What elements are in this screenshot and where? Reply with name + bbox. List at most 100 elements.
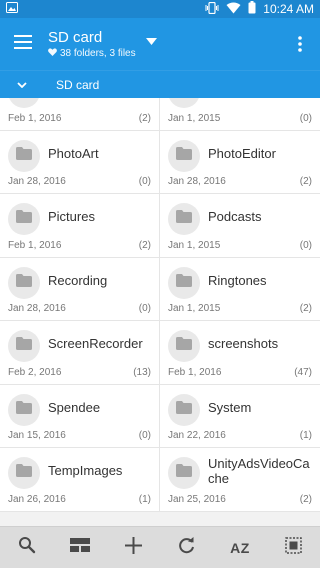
- more-vert-icon[interactable]: [298, 36, 308, 52]
- folder-date: Jan 1, 2015: [168, 303, 221, 314]
- folder-icon: [176, 464, 192, 482]
- folder-icon-circle: [8, 139, 40, 172]
- folder-count: (1): [138, 493, 151, 505]
- folder-icon-circle: [8, 203, 40, 235]
- select-all-icon: [285, 536, 302, 559]
- folder-icon-circle: [8, 266, 40, 299]
- folder-date: Jan 26, 2016: [8, 493, 66, 505]
- folder-name: Pictures: [48, 209, 95, 224]
- add-icon: [124, 536, 142, 559]
- view-mode-icon: [69, 538, 90, 557]
- status-time: 10:24 AM: [263, 2, 314, 16]
- view-mode-button[interactable]: [60, 527, 100, 568]
- folder-date: Jan 28, 2016: [8, 176, 66, 187]
- folder-item[interactable]: UnityAdsVideoCache Jan 25, 2016 (2): [160, 448, 320, 512]
- folder-icon: [16, 337, 32, 355]
- menu-button[interactable]: [0, 18, 46, 70]
- folder-date: Jan 15, 2016: [8, 430, 66, 441]
- folder-item[interactable]: PhotoArt Jan 28, 2016 (0): [0, 130, 160, 194]
- refresh-icon: [178, 536, 195, 559]
- folder-name: Recording: [48, 272, 108, 288]
- folder-item[interactable]: ScreenRecorder Feb 2, 2016 (13): [0, 321, 160, 385]
- folder-icon-circle: [8, 98, 40, 108]
- folder-item[interactable]: Spendee Jan 15, 2016 (0): [0, 384, 160, 448]
- folder-count: (2): [138, 112, 151, 124]
- folder-summary: 38 folders, 3 files: [48, 47, 136, 60]
- folder-icon-circle: [168, 266, 200, 299]
- folder-name: Podcasts: [208, 209, 262, 224]
- folder-icon-circle: [168, 98, 200, 108]
- menu-icon: [14, 34, 32, 54]
- folder-name: PhotoEditor: [208, 145, 276, 161]
- folder-icon: [176, 146, 192, 165]
- folder-count: (2): [138, 239, 151, 251]
- page-title: SD card: [48, 28, 103, 46]
- folder-date: Jan 28, 2016: [168, 176, 226, 187]
- folder-icon: [176, 273, 192, 292]
- folder-icon: [176, 400, 192, 419]
- folder-date: Feb 1, 2016: [168, 366, 222, 378]
- folder-icon: [16, 98, 32, 101]
- folder-name: TempImages: [48, 463, 123, 478]
- folder-icon: [16, 210, 32, 228]
- folder-count: (0): [138, 430, 151, 441]
- folder-count: (2): [299, 176, 312, 187]
- app-bar: SD card 38 folders, 3 files: [0, 18, 320, 70]
- folder-item[interactable]: System Jan 22, 2016 (1): [160, 384, 320, 448]
- folder-icon: [176, 210, 192, 228]
- location-selector[interactable]: SD card 38 folders, 3 files: [48, 29, 136, 60]
- folder-date: Jan 22, 2016: [168, 430, 226, 441]
- folder-icon: [176, 98, 192, 101]
- folder-item[interactable]: Pictures Feb 1, 2016 (2): [0, 194, 160, 258]
- bottom-toolbar: AZ: [0, 526, 320, 568]
- breadcrumb: SD card: [0, 70, 320, 98]
- folder-grid[interactable]: NexonPlayFeb 1, 2016(2)NotificationsJan …: [0, 98, 320, 526]
- refresh-button[interactable]: [167, 527, 207, 568]
- folder-icon-circle: [8, 457, 40, 489]
- folder-item[interactable]: PhotoEditor Jan 28, 2016 (2): [160, 130, 320, 194]
- folder-date: Jan 1, 2015: [168, 112, 221, 124]
- folder-count: (2): [299, 303, 312, 314]
- add-button[interactable]: [113, 527, 153, 568]
- sort-label: AZ: [230, 539, 250, 556]
- folder-item[interactable]: Podcasts Jan 1, 2015 (0): [160, 194, 320, 258]
- folder-icon: [176, 337, 192, 355]
- breadcrumb-item[interactable]: SD card: [56, 78, 99, 92]
- folder-name: screenshots: [208, 336, 279, 351]
- folder-count: (0): [138, 303, 151, 314]
- folder-count: (2): [299, 493, 312, 505]
- folder-name: Spendee: [48, 399, 101, 415]
- battery-icon: [248, 1, 256, 17]
- folder-summary-text: 38 folders, 3 files: [60, 47, 136, 59]
- folder-date: Feb 2, 2016: [8, 366, 62, 378]
- select-all-button[interactable]: [273, 527, 313, 568]
- folder-count: (13): [133, 366, 151, 378]
- folder-item[interactable]: NotificationsJan 1, 2015(0): [160, 98, 320, 131]
- sort-button[interactable]: AZ: [220, 527, 260, 568]
- folder-count: (1): [299, 430, 312, 441]
- folder-count: (0): [299, 112, 312, 124]
- folder-icon: [16, 400, 32, 419]
- search-icon: [18, 536, 36, 559]
- folder-count: (0): [299, 239, 312, 251]
- folder-name: UnityAdsVideoCache: [208, 456, 310, 486]
- folder-name: PhotoArt: [48, 145, 99, 161]
- folder-item[interactable]: NexonPlayFeb 1, 2016(2): [0, 98, 160, 131]
- folder-icon-circle: [8, 330, 40, 362]
- wifi-icon: [226, 2, 241, 17]
- image-icon: [6, 0, 18, 18]
- folder-item[interactable]: Recording Jan 28, 2016 (0): [0, 257, 160, 321]
- folder-name: System: [208, 399, 252, 415]
- chevron-down-icon[interactable]: [0, 81, 44, 88]
- folder-icon-circle: [168, 393, 200, 426]
- folder-icon: [16, 146, 32, 165]
- folder-icon-circle: [168, 457, 200, 489]
- folder-icon: [16, 273, 32, 292]
- dropdown-icon[interactable]: [145, 32, 157, 50]
- folder-item[interactable]: screenshots Feb 1, 2016 (47): [160, 321, 320, 385]
- folder-item[interactable]: TempImages Jan 26, 2016 (1): [0, 448, 160, 512]
- search-button[interactable]: [7, 527, 47, 568]
- folder-count: (0): [138, 176, 151, 187]
- folder-name: ScreenRecorder: [48, 336, 143, 351]
- folder-item[interactable]: Ringtones Jan 1, 2015 (2): [160, 257, 320, 321]
